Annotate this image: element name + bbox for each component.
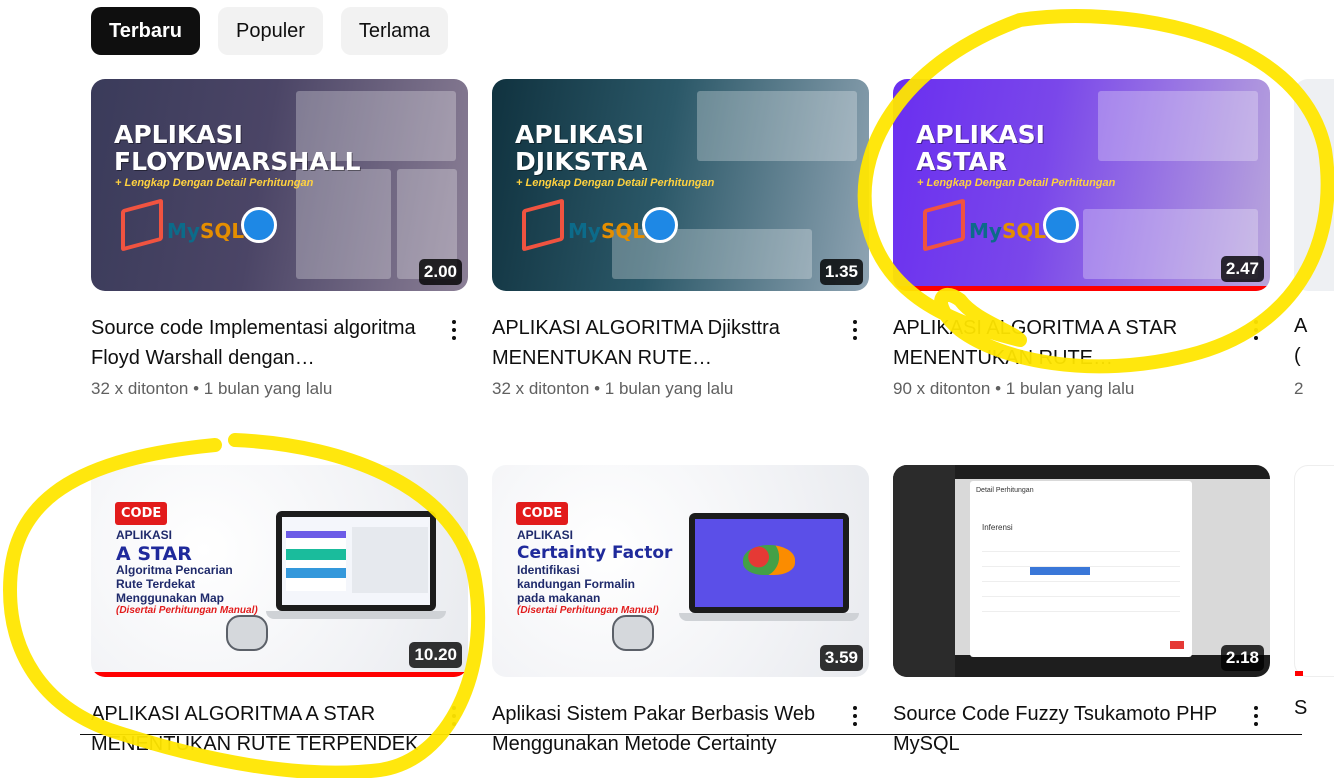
chip-terlama[interactable]: Terlama	[340, 7, 449, 55]
thumbnail-kicker: APLIKASI	[517, 528, 574, 542]
video-stats: 32 x ditonton • 1 bulan yang lalu	[91, 379, 428, 399]
watch-progress-bar	[1295, 671, 1303, 676]
laptop-base	[266, 611, 446, 619]
video-thumbnail[interactable]: APLIKASI ASTAR + Lengkap Dengan Detail P…	[893, 79, 1270, 291]
video-card[interactable]: APLIKASI FLOYDWARSHALL + Lengkap Dengan …	[91, 79, 468, 399]
video-title[interactable]: APLIKASI ALGORITMA A STAR MENENTUKAN RUT…	[893, 313, 1230, 373]
thumbnail-headline: APLIKASI DJIKSTRA	[515, 120, 648, 176]
screenshot-panel	[697, 91, 857, 161]
duration-badge: 2.18	[1220, 645, 1264, 671]
video-title[interactable]: Source code Implementasi algoritma Floyd…	[91, 313, 428, 373]
mysql-logo-icon: MySQL	[568, 219, 646, 243]
mysql-logo-icon: MySQL	[969, 219, 1047, 243]
tcode-logo: CODE	[115, 502, 168, 525]
view-count: 32 x ditonton	[91, 379, 189, 398]
upload-age: 1 bulan yang lalu	[1005, 379, 1135, 398]
filter-chips: Terbaru Populer Terlama	[91, 7, 449, 55]
duration-badge: 3.59	[819, 645, 863, 671]
separator-dot: •	[594, 379, 605, 398]
selection-highlight	[1030, 567, 1090, 575]
video-thumbnail[interactable]: Detail Perhitungan Inferensi 2.18	[893, 465, 1270, 677]
partial-video-card[interactable]: A ( 2 S	[1294, 79, 1334, 729]
thumbnail-kicker: APLIKASI	[116, 528, 173, 542]
more-options-icon[interactable]	[1246, 315, 1266, 345]
chip-terbaru[interactable]: Terbaru	[91, 7, 200, 55]
chip-populer[interactable]: Populer	[217, 7, 323, 55]
laravel-logo-icon	[923, 198, 965, 252]
video-title[interactable]: (	[1294, 341, 1307, 371]
view-count: 2	[1294, 379, 1304, 398]
robot-mascot-icon	[612, 615, 654, 651]
video-card[interactable]: Detail Perhitungan Inferensi 2.18 Source…	[893, 465, 1270, 759]
video-title[interactable]: A	[1294, 311, 1307, 341]
video-title[interactable]: Aplikasi Sistem Pakar Berbasis Web Mengg…	[492, 699, 829, 759]
duration-badge: 1.35	[819, 259, 863, 285]
upload-age: 1 bulan yang lalu	[604, 379, 734, 398]
laptop-base	[679, 613, 859, 621]
duration-badge: 10.20	[409, 642, 462, 668]
more-options-icon[interactable]	[1246, 701, 1266, 731]
video-title[interactable]: S	[1294, 697, 1307, 720]
thumbnail-subtitle: + Lengkap Dengan Detail Perhitungan	[917, 177, 1116, 189]
thumbnail-description: Algoritma Pencarian Rute Terdekat Menggu…	[116, 563, 233, 605]
laptop-illustration	[276, 511, 436, 611]
results-table	[982, 537, 1180, 613]
video-card[interactable]: APLIKASI DJIKSTRA + Lengkap Dengan Detai…	[492, 79, 869, 399]
video-thumbnail[interactable]	[1294, 465, 1334, 677]
laptop-illustration	[689, 513, 849, 613]
duration-badge: 2.47	[1220, 256, 1264, 282]
app-sidebar	[893, 465, 955, 677]
separator-dot: •	[193, 379, 204, 398]
video-card[interactable]: CODE APLIKASI Certainty Factor Identifik…	[492, 465, 869, 759]
settings-logo-icon	[642, 207, 678, 243]
more-options-icon[interactable]	[845, 315, 865, 345]
modal-title: Detail Perhitungan	[976, 487, 1034, 494]
duration-badge: 2.00	[418, 259, 462, 285]
modal-section: Inferensi	[982, 523, 1013, 532]
video-title[interactable]: Source Code Fuzzy Tsukamoto PHP MySQL	[893, 699, 1230, 759]
laravel-logo-icon	[121, 198, 163, 252]
thumbnail-description: Identifikasi kandungan Formalin pada mak…	[517, 563, 636, 605]
screenshot-panel	[1098, 91, 1258, 161]
video-thumbnail[interactable]: CODE APLIKASI A STAR Algoritma Pencarian…	[91, 465, 468, 677]
close-button	[1170, 641, 1184, 649]
modal-dialog: Detail Perhitungan Inferensi	[970, 481, 1192, 657]
settings-logo-icon	[1043, 207, 1079, 243]
thumbnail-subtitle: + Lengkap Dengan Detail Perhitungan	[516, 177, 715, 189]
thumbnail-headline: APLIKASI ASTAR	[916, 120, 1045, 176]
video-card[interactable]: CODE APLIKASI A STAR Algoritma Pencarian…	[91, 465, 468, 759]
laravel-logo-icon	[522, 198, 564, 252]
video-card[interactable]: APLIKASI ASTAR + Lengkap Dengan Detail P…	[893, 79, 1270, 399]
video-thumbnail[interactable]: CODE APLIKASI Certainty Factor Identifik…	[492, 465, 869, 677]
divider-line	[80, 734, 1302, 735]
mysql-logo-icon: MySQL	[167, 219, 245, 243]
video-thumbnail[interactable]: APLIKASI DJIKSTRA + Lengkap Dengan Detai…	[492, 79, 869, 291]
video-title[interactable]: APLIKASI ALGORITMA A STAR MENENTUKAN RUT…	[91, 699, 428, 759]
separator-dot: •	[995, 379, 1006, 398]
video-thumbnail[interactable]: APLIKASI FLOYDWARSHALL + Lengkap Dengan …	[91, 79, 468, 291]
more-options-icon[interactable]	[845, 701, 865, 731]
video-stats: 90 x ditonton • 1 bulan yang lalu	[893, 379, 1230, 399]
thumbnail-headline: APLIKASI FLOYDWARSHALL	[114, 120, 361, 176]
video-title[interactable]: APLIKASI ALGORITMA Djiksttra MENENTUKAN …	[492, 313, 829, 373]
thumbnail-headline: A STAR	[116, 543, 192, 565]
robot-mascot-icon	[226, 615, 268, 651]
upload-age: 1 bulan yang lalu	[203, 379, 333, 398]
video-thumbnail[interactable]	[1294, 79, 1334, 291]
thumbnail-subtitle: + Lengkap Dengan Detail Perhitungan	[115, 177, 314, 189]
tcode-logo: CODE	[516, 502, 569, 525]
view-count: 32 x ditonton	[492, 379, 590, 398]
thumbnail-headline: Certainty Factor	[517, 543, 673, 563]
video-stats: 32 x ditonton • 1 bulan yang lalu	[492, 379, 829, 399]
more-options-icon[interactable]	[444, 315, 464, 345]
settings-logo-icon	[241, 207, 277, 243]
more-options-icon[interactable]	[444, 701, 464, 731]
view-count: 90 x ditonton	[893, 379, 991, 398]
